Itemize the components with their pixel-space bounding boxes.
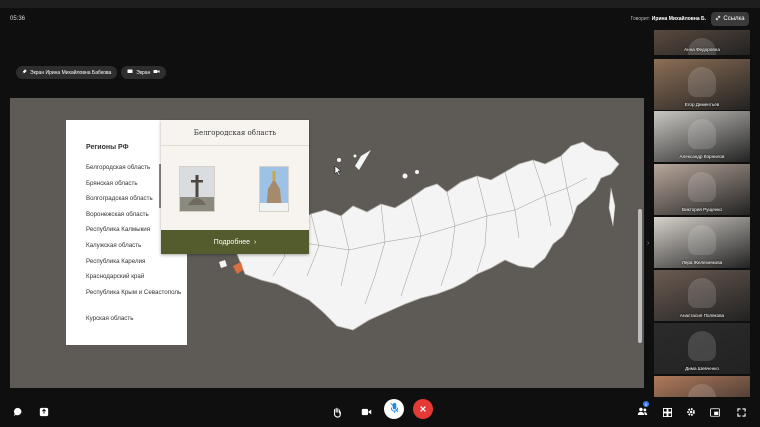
screen-share-bar: Экран Ирина Михайловна Бабкова Экран [16,66,167,79]
participant-tile[interactable]: Александр Корнилов [654,111,750,162]
end-call-button[interactable] [413,399,433,419]
participant-name: Лера Железнякова [681,260,723,265]
participant-name: Александр Корнилов [679,154,725,159]
fullscreen-icon[interactable] [732,403,750,421]
camera-icon [153,69,160,76]
participant-tile[interactable]: Егор Дементьев [654,59,750,110]
arctic-island-2 [353,154,357,158]
chevron-right-icon[interactable]: › [647,240,649,247]
mouse-cursor [334,165,342,177]
layout-icon[interactable] [706,403,724,421]
participant-tile[interactable]: Анна Федоровна [654,30,750,55]
participant-name: Дима Шевченко [685,366,719,371]
video-conference-app: 05:36 Говорит: Ирина Михайловна Б. Ссылк… [0,0,760,427]
region-item[interactable]: Курская область [86,315,182,331]
participants-strip: Анна Федоровна Егор Дементьев Александр Ко… [654,30,750,397]
link-label: Ссылка [723,16,745,22]
more-label: Подробнее [213,238,250,246]
avatar [688,278,716,308]
participants-badge: 5 [643,401,649,407]
stage-scrollbar[interactable] [638,209,642,343]
screen-toggle[interactable]: Экран [121,66,167,79]
avatar [688,331,716,361]
chevron-right-icon: › [253,238,257,246]
chat-icon[interactable] [9,403,27,421]
mic-off-icon [390,400,399,418]
avatar [688,119,716,149]
region-item[interactable]: Краснодарский край [86,273,182,289]
novaya-zemlya [355,150,371,170]
shared-screen: Регионы РФ Белгородская область Брянская… [10,98,644,388]
participant-tile[interactable]: Виктория Рущенко [654,164,750,215]
link-button[interactable]: Ссылка [711,12,749,26]
participants-button[interactable]: 5 [633,401,651,421]
speaking-label: Говорит: [630,16,651,22]
call-time: 05:36 [10,16,26,22]
link-icon [715,15,721,23]
more-button[interactable]: Подробнее › [161,230,309,254]
arctic-island-4 [415,170,419,174]
video-icon[interactable] [357,403,375,421]
region-card: Белгородская область Подробнее › [161,120,309,254]
screen-icon [127,69,133,76]
mic-button[interactable] [384,399,404,419]
participant-name: Егор Дементьев [684,102,720,107]
grid-icon[interactable] [658,403,676,421]
avatar [688,172,716,202]
hand-icon[interactable] [328,403,346,421]
participant-tile[interactable] [654,376,750,397]
avatar [688,225,716,255]
regions-title: Регионы РФ [86,144,129,151]
arctic-island-1 [337,158,341,162]
participant-name: Анна Федоровна [684,47,720,52]
presenter-pill[interactable]: Экран Ирина Михайловна Бабкова [16,66,118,79]
region-card-title: Белгородская область [161,120,309,146]
pin-icon [22,69,27,76]
end-call-icon [419,400,427,418]
region-item[interactable]: Республика Карелия [86,258,182,274]
speaking-name: Ирина Михайловна Б. [651,16,706,22]
arctic-island-3 [402,173,408,179]
sakhalin-island [608,187,616,227]
presenter-name: Экран Ирина Михайловна Бабкова [30,69,112,76]
church-photo [259,166,289,212]
topbar: 05:36 Говорит: Ирина Михайловна Б. Ссылк… [0,8,760,30]
avatar [688,384,716,397]
bottom-toolbar: 5 [0,397,760,427]
participant-name: Анастасия Полякова [679,313,725,318]
monument-photo [179,166,215,212]
region-item[interactable]: Республика Крым и Севастополь [86,289,182,315]
participant-tile[interactable]: Дима Шевченко [654,323,750,374]
participant-tile[interactable]: Анастасия Полякова [654,270,750,321]
avatar [688,67,716,97]
participant-tile[interactable]: Лера Железнякова [654,217,750,268]
speaking-indicator: Говорит: Ирина Михайловна Б. [631,16,706,22]
participant-name: Виктория Рущенко [682,207,722,212]
top-strip [0,0,760,8]
settings-icon[interactable] [682,403,700,421]
kaliningrad [219,260,227,268]
share-icon[interactable] [35,403,53,421]
screen-label: Экран [136,69,151,76]
